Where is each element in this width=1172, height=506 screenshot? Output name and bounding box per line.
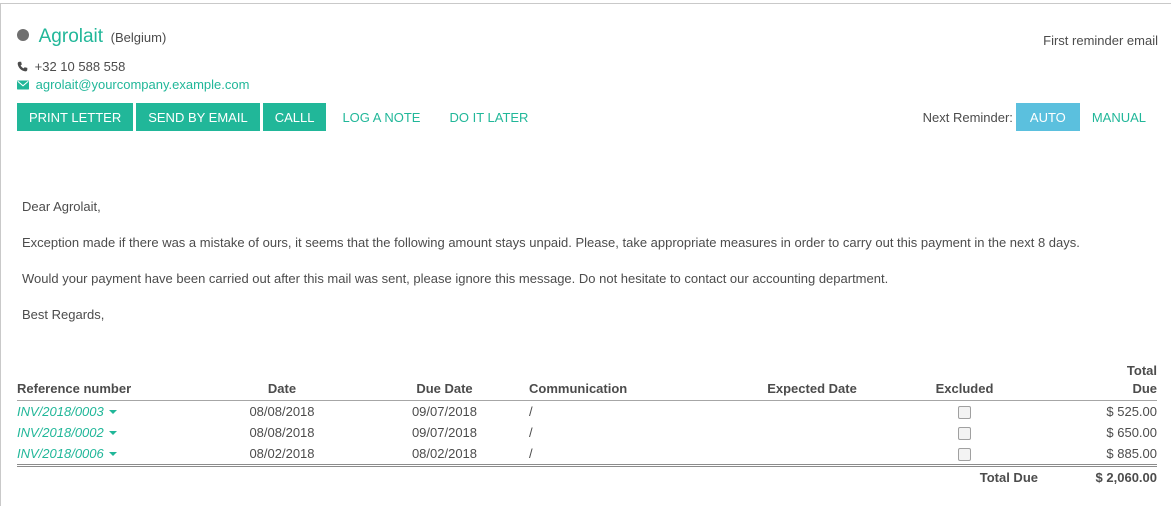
letter-paragraph: Would your payment have been carried out… <box>22 271 889 286</box>
action-toolbar: PRINT LETTER SEND BY EMAIL CALLL LOG A N… <box>17 103 541 131</box>
excluded-checkbox[interactable] <box>958 448 971 462</box>
partner-name-link[interactable]: Agrolait <box>39 26 103 47</box>
caret-down-icon[interactable] <box>108 430 117 435</box>
column-header-total-due: Total Due <box>1052 362 1157 401</box>
column-header-reference: Reference number <box>17 362 192 401</box>
next-reminder-label: Next Reminder: <box>922 109 1013 125</box>
table-row: INV/2018/0002 08/08/2018 09/07/2018 / $ … <box>17 422 1157 443</box>
excluded-cell <box>877 422 1052 443</box>
invoice-due-date: 09/07/2018 <box>411 425 478 440</box>
invoice-communication: / <box>529 425 533 440</box>
excluded-checkbox[interactable] <box>958 427 971 441</box>
call-button[interactable]: CALLL <box>262 103 327 131</box>
invoice-expected-date[interactable] <box>747 401 877 423</box>
letter-body: Dear Agrolait, Exception made if there w… <box>22 199 1152 323</box>
column-header-communication: Communication <box>517 362 747 401</box>
email-link[interactable]: agrolait@yourcompany.example.com <box>36 77 250 92</box>
column-header-expected-date: Expected Date <box>747 362 877 401</box>
excluded-checkbox[interactable] <box>958 406 971 420</box>
partner-header: Agrolait (Belgium) <box>17 26 166 48</box>
invoice-date: 08/02/2018 <box>192 443 372 467</box>
invoice-reference-link[interactable]: INV/2018/0002 <box>17 425 104 440</box>
letter-greeting: Dear Agrolait, <box>22 199 101 214</box>
invoice-reference[interactable]: INV/2018/0006 <box>17 443 192 467</box>
total-due-value: $ 2,060.00 <box>1095 470 1157 485</box>
invoice-communication: / <box>529 404 533 419</box>
invoice-lines-table: Reference number Date Due Date Communica… <box>17 362 1157 488</box>
excluded-cell <box>877 443 1052 467</box>
partner-email: agrolait@yourcompany.example.com <box>17 77 249 92</box>
next-reminder-control: Next Reminder: AUTO MANUAL <box>923 103 1158 131</box>
invoice-due-date: 08/02/2018 <box>372 443 517 467</box>
invoice-reference-link[interactable]: INV/2018/0006 <box>17 446 104 461</box>
phone-icon <box>17 61 28 72</box>
invoice-total-due: $ 525.00 <box>1106 404 1157 419</box>
invoice-total-due: $ 885.00 <box>1052 443 1157 467</box>
invoice-date: 08/08/2018 <box>249 425 315 440</box>
auto-reminder-button[interactable]: AUTO <box>1015 103 1080 131</box>
column-header-excluded: Excluded <box>877 362 1052 401</box>
letter-paragraph: Exception made if there was a mistake of… <box>22 235 1080 250</box>
invoice-expected-date[interactable] <box>747 443 877 467</box>
reminder-level-label: First reminder email <box>1043 33 1158 48</box>
send-by-email-button[interactable]: SEND BY EMAIL <box>136 103 260 131</box>
log-note-button[interactable]: LOG A NOTE <box>329 103 433 131</box>
manual-reminder-button[interactable]: MANUAL <box>1080 103 1158 131</box>
caret-down-icon[interactable] <box>108 409 117 414</box>
table-header-row: Reference number Date Due Date Communica… <box>17 362 1157 401</box>
print-letter-button[interactable]: PRINT LETTER <box>17 103 134 131</box>
column-header-due-date: Due Date <box>372 362 517 401</box>
invoice-due-date: 09/07/2018 <box>411 404 478 419</box>
partner-country: (Belgium) <box>110 29 167 45</box>
invoice-reference[interactable]: INV/2018/0002 <box>17 422 192 443</box>
total-due-label: Total Due <box>979 470 1038 485</box>
invoice-reference[interactable]: INV/2018/0003 <box>17 401 192 423</box>
invoice-communication: / <box>517 443 747 467</box>
invoice-reference-link[interactable]: INV/2018/0003 <box>17 404 104 419</box>
phone-number: +32 10 588 558 <box>34 59 126 74</box>
envelope-icon <box>17 80 29 90</box>
do-it-later-button[interactable]: DO IT LATER <box>436 103 541 131</box>
status-dot-icon <box>17 29 29 41</box>
caret-down-icon[interactable] <box>108 451 117 456</box>
invoice-total-due: $ 650.00 <box>1106 425 1157 440</box>
invoice-date: 08/08/2018 <box>249 404 315 419</box>
excluded-cell <box>877 401 1052 423</box>
total-row: Total Due $ 2,060.00 <box>17 466 1157 489</box>
table-row: INV/2018/0003 08/08/2018 09/07/2018 / $ … <box>17 401 1157 423</box>
partner-phone: +32 10 588 558 <box>17 59 125 74</box>
invoice-expected-date[interactable] <box>747 422 877 443</box>
letter-closing: Best Regards, <box>22 307 105 322</box>
column-header-date: Date <box>192 362 372 401</box>
table-row: INV/2018/0006 08/02/2018 08/02/2018 / $ … <box>17 443 1157 467</box>
